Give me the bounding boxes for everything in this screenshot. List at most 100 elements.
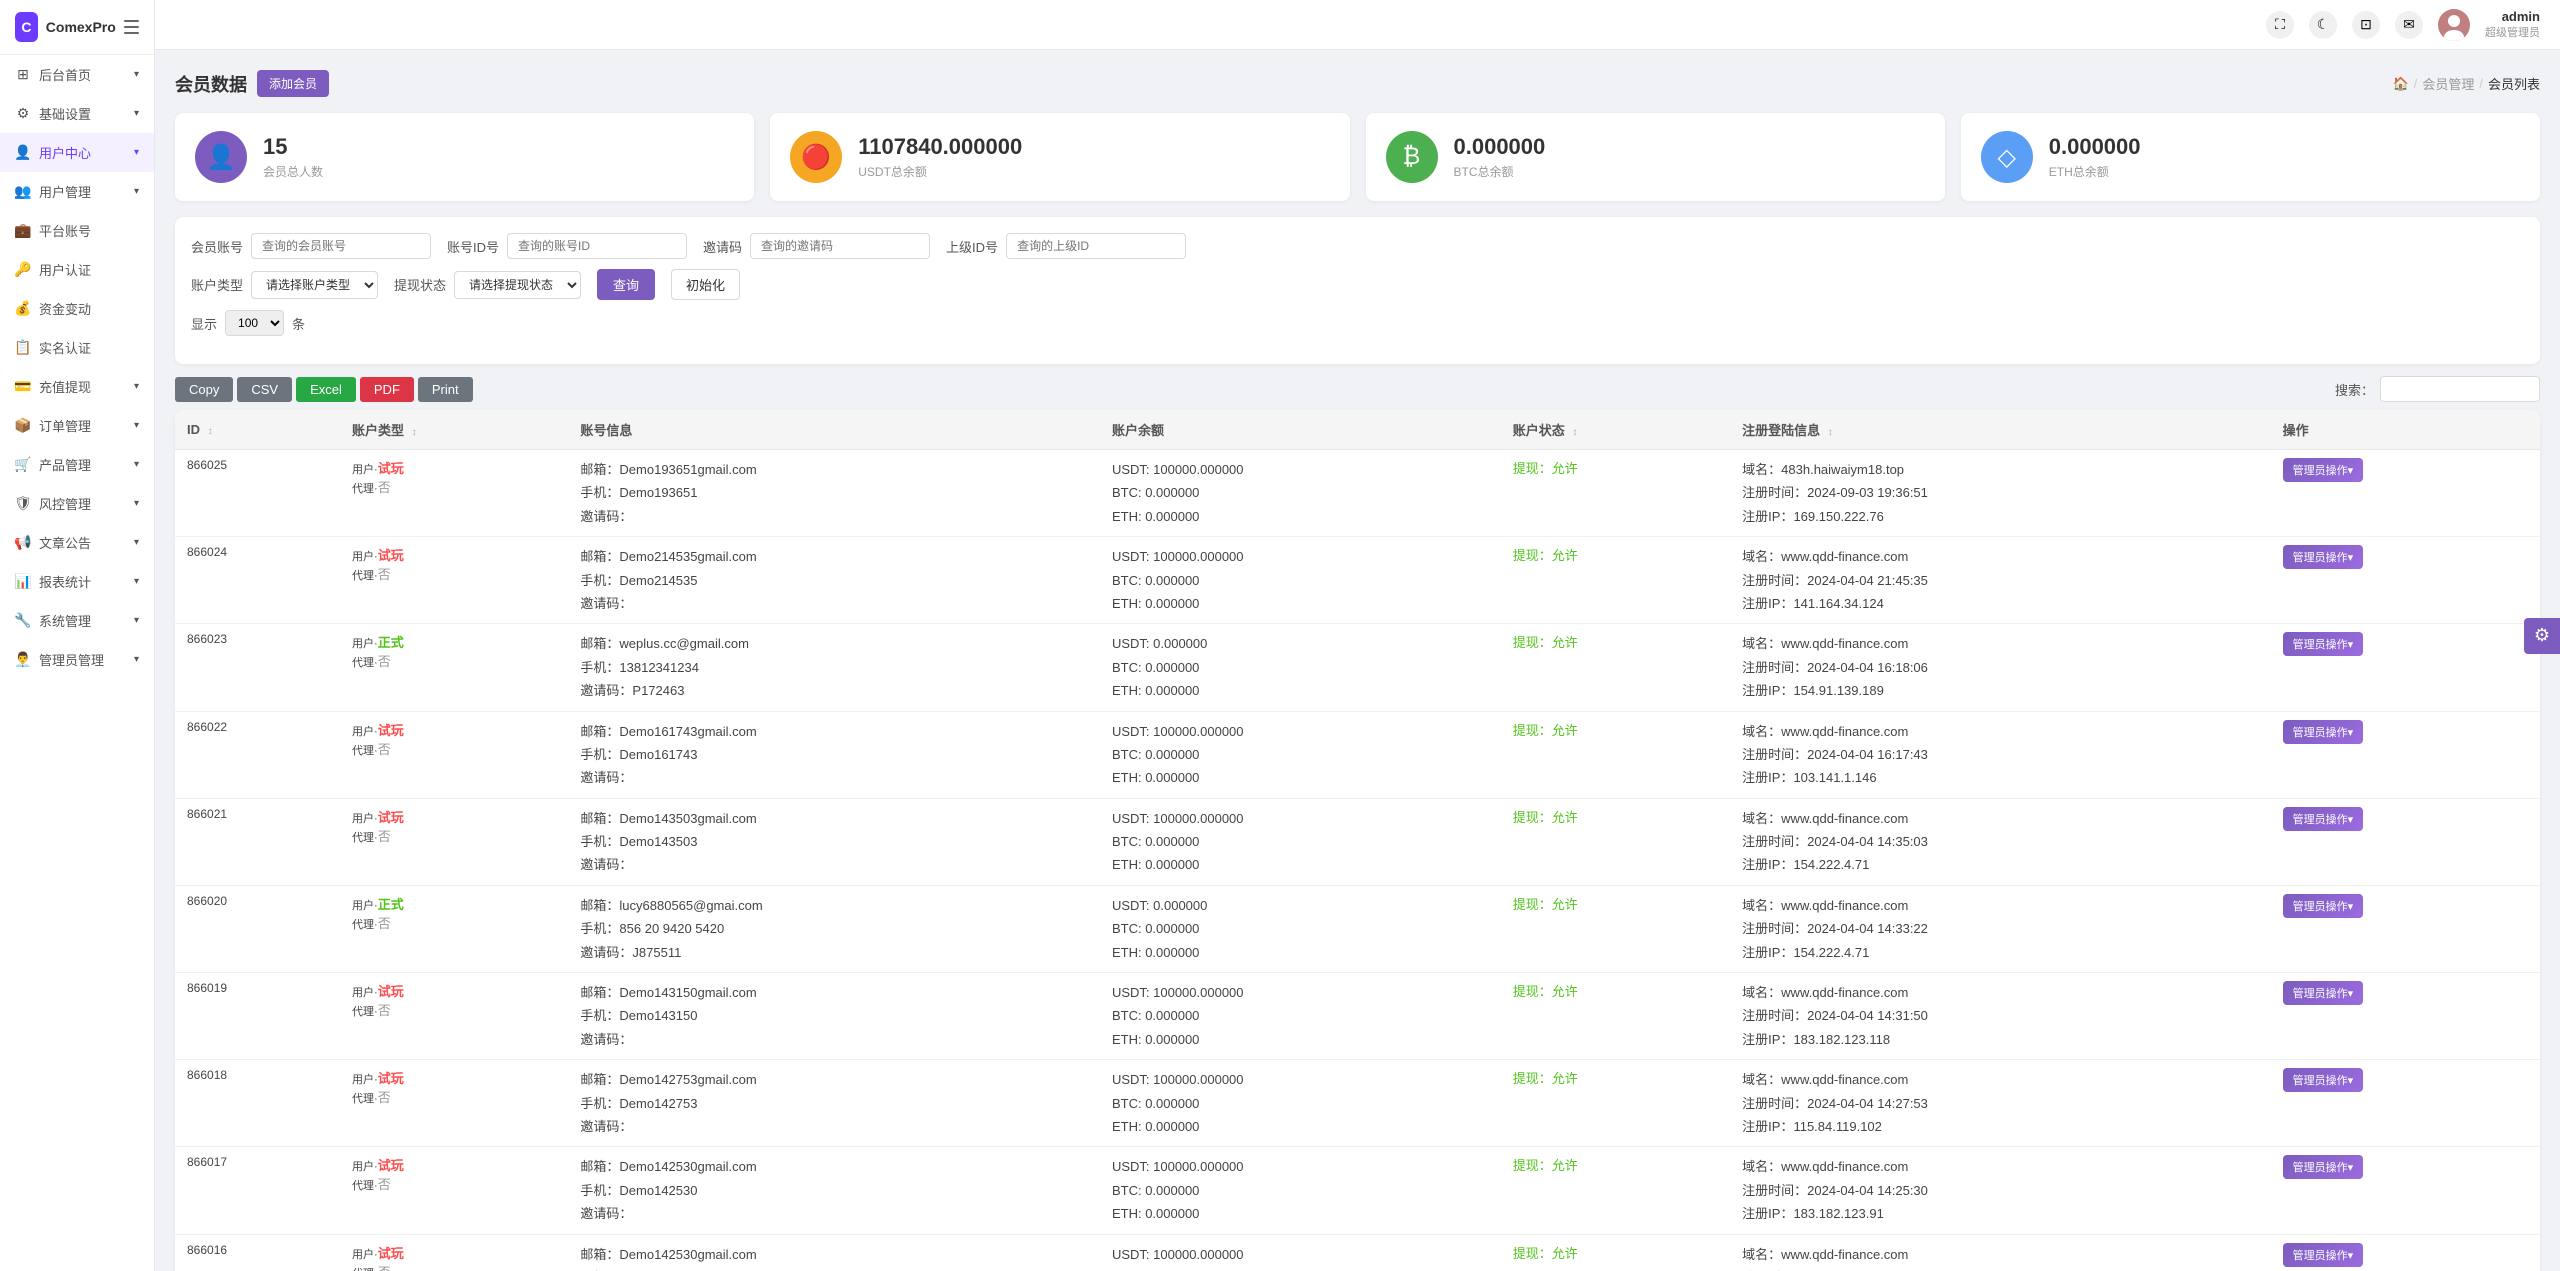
action-button[interactable]: 管理员操作▾ (2283, 1068, 2364, 1092)
cell-account-info: 邮箱：lucy6880565@gmai.com 手机：856 20 9420 5… (568, 885, 1100, 972)
cell-balance: USDT: 100000.000000 BTC: 0.000000 ETH: 0… (1100, 973, 1501, 1060)
sidebar-label-dashboard: 后台首页 (39, 65, 126, 84)
sidebar-item-reports[interactable]: 📊 报表统计 ▾ (0, 562, 154, 601)
sidebar-item-recharge[interactable]: 💳 充值提现 ▾ (0, 367, 154, 406)
col-account-info[interactable]: 账号信息 (568, 410, 1100, 450)
sidebar-item-order-management[interactable]: 📦 订单管理 ▾ (0, 406, 154, 445)
sidebar-item-platform-account[interactable]: 💼 平台账号 (0, 211, 154, 250)
col-status[interactable]: 账户状态 ↕ (1501, 410, 1730, 450)
breadcrumb-current: 会员列表 (2488, 74, 2540, 93)
reset-button[interactable]: 初始化 (671, 269, 740, 300)
action-button[interactable]: 管理员操作▾ (2283, 894, 2364, 918)
cell-status: 提现：允许 (1501, 1234, 1730, 1271)
stat-value-members: 15 (263, 134, 323, 160)
action-button[interactable]: 管理员操作▾ (2283, 545, 2364, 569)
copy-button[interactable]: Copy (175, 377, 233, 402)
account-id-input[interactable] (507, 233, 687, 259)
stat-card-eth: ◇ 0.000000 ETH总余额 (1961, 113, 2540, 201)
filter-withdraw-status: 提现状态 请选择提现状态 允许 禁止 (394, 271, 581, 299)
print-button[interactable]: Print (418, 377, 473, 402)
theme-icon[interactable]: ☾ (2309, 11, 2337, 39)
settings-fab[interactable]: ⚙ (2524, 618, 2560, 654)
search-input[interactable] (2380, 376, 2540, 402)
expand-icon[interactable]: ⛶ (2266, 11, 2294, 39)
add-member-button[interactable]: 添加会员 (257, 70, 329, 97)
table-row: 866019 用户·试玩 代理·否 邮箱：Demo143150gmail.com… (175, 973, 2540, 1060)
page-header: 会员数据 添加会员 🏠 / 会员管理 / 会员列表 (175, 70, 2540, 97)
screen-icon[interactable]: ⊡ (2352, 11, 2380, 39)
sidebar-item-fund-movement[interactable]: 💰 资金变动 (0, 289, 154, 328)
display-count-select[interactable]: 100 50 25 10 (225, 310, 284, 336)
action-button[interactable]: 管理员操作▾ (2283, 981, 2364, 1005)
sidebar-item-system-management[interactable]: 🔧 系统管理 ▾ (0, 601, 154, 640)
search-box: 搜索： (2335, 376, 2540, 402)
sidebar-label-fund-movement: 资金变动 (39, 299, 139, 318)
action-button[interactable]: 管理员操作▾ (2283, 807, 2364, 831)
col-action: 操作 (2271, 410, 2540, 450)
cell-account-info: 邮箱：Demo143150gmail.com 手机：Demo143150 邀请码… (568, 973, 1100, 1060)
pdf-button[interactable]: PDF (360, 377, 414, 402)
sidebar-arrow-order-management: ▾ (134, 420, 139, 431)
cell-id: 866016 (175, 1234, 340, 1271)
action-button[interactable]: 管理员操作▾ (2283, 720, 2364, 744)
sidebar-item-article-announcement[interactable]: 📢 文章公告 ▾ (0, 523, 154, 562)
cell-id: 866018 (175, 1060, 340, 1147)
member-account-label: 会员账号 (191, 237, 243, 256)
sidebar-item-real-name-auth[interactable]: 📋 实名认证 (0, 328, 154, 367)
filter-member-account: 会员账号 (191, 233, 431, 259)
member-account-input[interactable] (251, 233, 431, 259)
cell-login-info: 域名：www.qdd-finance.com 注册时间：2024-04-04 1… (1730, 624, 2270, 711)
cell-account-type: 用户·试玩 代理·否 (340, 1147, 568, 1234)
cell-status: 提现：允许 (1501, 798, 1730, 885)
action-button[interactable]: 管理员操作▾ (2283, 458, 2364, 482)
breadcrumb-member-management[interactable]: 会员管理 (2422, 74, 2474, 93)
sidebar-icon-order-management: 📦 (15, 418, 31, 434)
col-balance[interactable]: 账户余额 (1100, 410, 1501, 450)
col-id[interactable]: ID ↕ (175, 410, 340, 450)
menu-toggle-icon[interactable] (124, 20, 139, 34)
account-type-label: 账户类型 (191, 275, 243, 294)
sidebar-item-user-center[interactable]: 👤 用户中心 ▾ (0, 133, 154, 172)
superior-id-input[interactable] (1006, 233, 1186, 259)
sidebar-item-risk-control[interactable]: 🛡 风控管理 ▾ (0, 484, 154, 523)
cell-login-info: 域名：483h.haiwaiym18.top 注册时间：2024-09-03 1… (1730, 450, 2270, 537)
action-button[interactable]: 管理员操作▾ (2283, 1243, 2364, 1267)
chat-icon[interactable]: ✉ (2395, 11, 2423, 39)
cell-login-info: 域名：www.qdd-finance.com 注册时间：2024-04-04 2… (1730, 537, 2270, 624)
sidebar-arrow-admin-management: ▾ (134, 654, 139, 665)
action-button[interactable]: 管理员操作▾ (2283, 1155, 2364, 1179)
col-login-info[interactable]: 注册登陆信息 ↕ (1730, 410, 2270, 450)
action-button[interactable]: 管理员操作▾ (2283, 632, 2364, 656)
cell-action: 管理员操作▾ (2271, 624, 2540, 711)
cell-account-info: 邮箱：Demo142530gmail.com 手机：Demo142530 邀请码… (568, 1147, 1100, 1234)
account-type-select[interactable]: 请选择账户类型 正式 试玩 (251, 271, 378, 299)
sidebar-arrow-dashboard: ▾ (134, 69, 139, 80)
invite-code-input[interactable] (750, 233, 930, 259)
cell-action: 管理员操作▾ (2271, 885, 2540, 972)
sidebar-arrow-basic-settings: ▾ (134, 108, 139, 119)
col-account-type[interactable]: 账户类型 ↕ (340, 410, 568, 450)
sidebar-icon-basic-settings: ⚙ (15, 106, 31, 122)
sidebar-item-user-management[interactable]: 👥 用户管理 ▾ (0, 172, 154, 211)
excel-button[interactable]: Excel (296, 377, 356, 402)
sidebar-icon-dashboard: ⊞ (15, 67, 31, 83)
withdraw-status-label: 提现状态 (394, 275, 446, 294)
cell-balance: USDT: 100000.000000 BTC: 0.000000 ETH: 0… (1100, 1234, 1501, 1271)
cell-account-info: 邮箱：Demo161743gmail.com 手机：Demo161743 邀请码… (568, 711, 1100, 798)
breadcrumb-home-icon[interactable]: 🏠 (2393, 76, 2409, 92)
cell-account-type: 用户·试玩 代理·否 (340, 798, 568, 885)
sidebar-item-basic-settings[interactable]: ⚙ 基础设置 ▾ (0, 94, 154, 133)
sidebar-item-dashboard[interactable]: ⊞ 后台首页 ▾ (0, 55, 154, 94)
cell-account-type: 用户·试玩 代理·否 (340, 450, 568, 537)
sidebar-item-user-auth[interactable]: 🔑 用户认证 (0, 250, 154, 289)
table-row: 866018 用户·试玩 代理·否 邮箱：Demo142753gmail.com… (175, 1060, 2540, 1147)
sidebar-item-product-management[interactable]: 🛒 产品管理 ▾ (0, 445, 154, 484)
sidebar-icon-fund-movement: 💰 (15, 301, 31, 317)
avatar[interactable] (2438, 9, 2470, 41)
withdraw-status-select[interactable]: 请选择提现状态 允许 禁止 (454, 271, 581, 299)
csv-button[interactable]: CSV (237, 377, 292, 402)
query-button[interactable]: 查询 (597, 269, 655, 300)
cell-balance: USDT: 0.000000 BTC: 0.000000 ETH: 0.0000… (1100, 624, 1501, 711)
sidebar-item-admin-management[interactable]: 👨‍💼 管理员管理 ▾ (0, 640, 154, 679)
cell-status: 提现：允许 (1501, 885, 1730, 972)
